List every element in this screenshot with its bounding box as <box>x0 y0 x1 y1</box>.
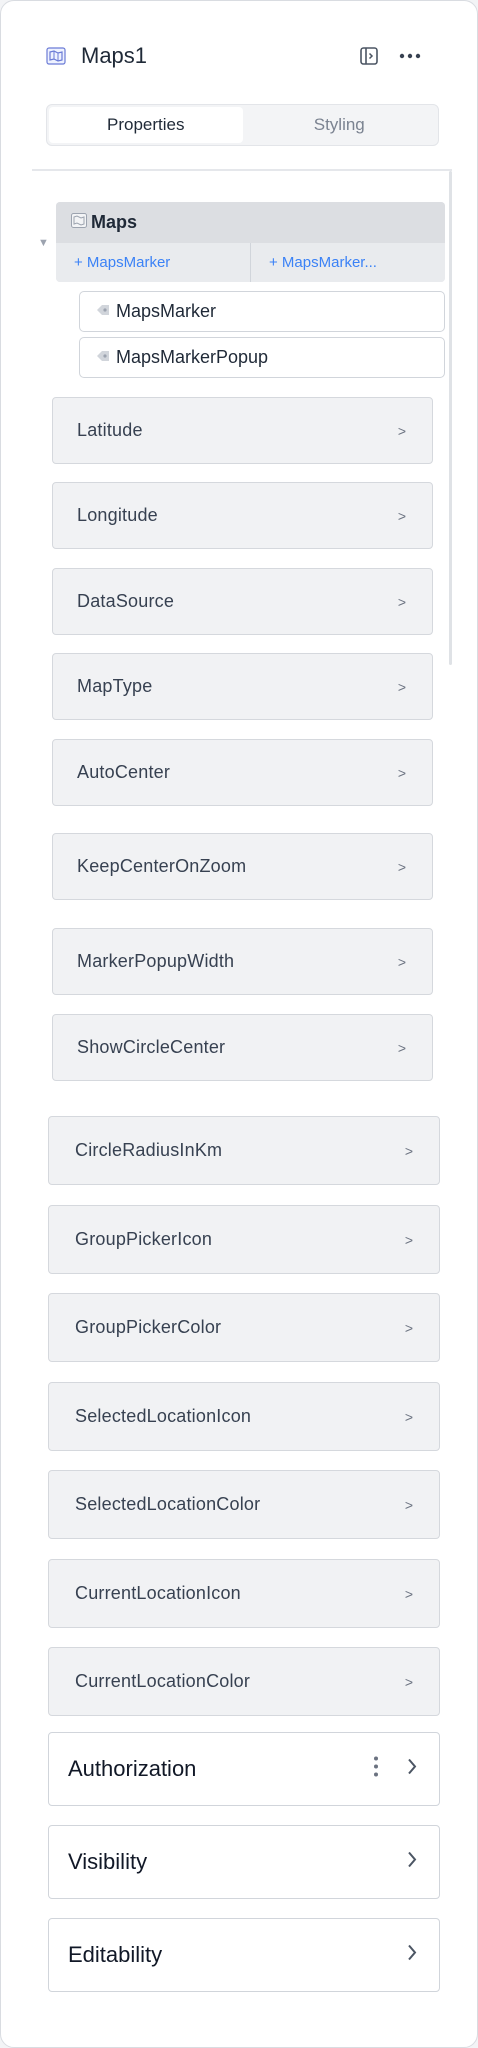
property-selectedlocationicon[interactable]: SelectedLocationIcon > <box>48 1382 440 1451</box>
property-label: MapType <box>77 676 153 696</box>
component-icon <box>96 349 110 367</box>
property-label: GroupPickerIcon <box>75 1229 213 1249</box>
chevron-right-icon: > <box>404 1496 413 1513</box>
property-label: DataSource <box>77 591 175 611</box>
chevron-right-icon: > <box>397 858 406 875</box>
add-mapsmarker-link[interactable]: + MapsMarker <box>56 243 250 282</box>
property-label: Longitude <box>77 505 158 525</box>
property-datasource[interactable]: DataSource > <box>52 568 433 635</box>
panel-header: Maps1 <box>45 39 435 73</box>
chevron-right-icon: > <box>397 764 406 781</box>
property-label: CircleRadiusInKm <box>75 1140 223 1160</box>
property-grouppickericon[interactable]: GroupPickerIcon > <box>48 1205 440 1274</box>
property-label: ShowCircleCenter <box>77 1037 226 1057</box>
property-label: GroupPickerColor <box>75 1317 222 1337</box>
section-label: Authorization <box>68 1756 197 1781</box>
tree-node-header[interactable]: Maps <box>56 202 445 243</box>
section-visibility[interactable]: Visibility <box>48 1825 440 1899</box>
property-label: SelectedLocationIcon <box>75 1406 252 1426</box>
scrollbar[interactable] <box>449 171 452 665</box>
map-icon <box>71 212 87 233</box>
chevron-right-icon: > <box>404 1585 413 1602</box>
more-vertical-icon[interactable] <box>373 1756 379 1783</box>
chevron-right-icon: > <box>404 1408 413 1425</box>
panel-toggle-icon[interactable] <box>356 43 382 69</box>
chevron-right-icon: > <box>397 678 406 695</box>
chevron-right-icon: > <box>397 593 406 610</box>
chevron-right-icon: > <box>397 1039 406 1056</box>
property-label: CurrentLocationIcon <box>75 1583 241 1603</box>
component-title: Maps1 <box>81 43 148 68</box>
add-child-row: + MapsMarker + MapsMarker... <box>56 243 445 282</box>
tab-styling[interactable]: Styling <box>243 107 437 143</box>
tree-child-label: MapsMarker <box>116 301 217 321</box>
divider <box>32 169 452 171</box>
property-keepcenteronzoom[interactable]: KeepCenterOnZoom > <box>52 833 433 900</box>
tree-node-maps: Maps + MapsMarker + MapsMarker... <box>56 202 445 282</box>
properties-panel: Maps1 Properties Styling ▼ Maps + MapsMa… <box>0 0 478 2048</box>
map-icon <box>45 45 67 67</box>
property-label: SelectedLocationColor <box>75 1494 261 1514</box>
property-longitude[interactable]: Longitude > <box>52 482 433 549</box>
property-label: MarkerPopupWidth <box>77 951 235 971</box>
tab-properties[interactable]: Properties <box>49 107 243 143</box>
chevron-right-icon <box>407 1944 417 1967</box>
chevron-right-icon: > <box>404 1319 413 1336</box>
chevron-right-icon: > <box>404 1231 413 1248</box>
chevron-right-icon: > <box>404 1142 413 1159</box>
property-showcirclecenter[interactable]: ShowCircleCenter > <box>52 1014 433 1081</box>
chevron-right-icon: > <box>397 422 406 439</box>
collapse-caret-icon[interactable]: ▼ <box>38 237 49 249</box>
chevron-right-icon: > <box>404 1673 413 1690</box>
tree-child-label: MapsMarkerPopup <box>116 347 269 367</box>
chevron-right-icon: > <box>397 507 406 524</box>
property-maptype[interactable]: MapType > <box>52 653 433 720</box>
property-selectedlocationcolor[interactable]: SelectedLocationColor > <box>48 1470 440 1539</box>
section-label: Editability <box>68 1942 163 1967</box>
property-currentlocationcolor[interactable]: CurrentLocationColor > <box>48 1647 440 1716</box>
more-horizontal-icon[interactable] <box>397 43 423 69</box>
tree-child-mapsmarker[interactable]: MapsMarker <box>79 291 445 332</box>
section-label: Visibility <box>68 1849 148 1874</box>
property-label: AutoCenter <box>77 762 171 782</box>
property-circleradiusinkm[interactable]: CircleRadiusInKm > <box>48 1116 440 1185</box>
chevron-right-icon <box>407 1851 417 1874</box>
property-latitude[interactable]: Latitude > <box>52 397 433 464</box>
chevron-right-icon: > <box>397 953 406 970</box>
section-editability[interactable]: Editability <box>48 1918 440 1992</box>
tab-bar: Properties Styling <box>46 104 439 146</box>
section-authorization[interactable]: Authorization <box>48 1732 440 1806</box>
tree-child-mapsmarkerpopup[interactable]: MapsMarkerPopup <box>79 337 445 378</box>
property-label: Latitude <box>77 420 143 440</box>
chevron-right-icon <box>407 1758 417 1781</box>
property-markerpopupwidth[interactable]: MarkerPopupWidth > <box>52 928 433 995</box>
add-mapsmarkerpopup-link[interactable]: + MapsMarker... <box>250 243 445 282</box>
component-icon <box>96 303 110 321</box>
property-label: KeepCenterOnZoom <box>77 856 247 876</box>
property-currentlocationicon[interactable]: CurrentLocationIcon > <box>48 1559 440 1628</box>
property-grouppickercolor[interactable]: GroupPickerColor > <box>48 1293 440 1362</box>
tree-node-label: Maps <box>91 212 138 232</box>
property-autocenter[interactable]: AutoCenter > <box>52 739 433 806</box>
property-label: CurrentLocationColor <box>75 1671 251 1691</box>
